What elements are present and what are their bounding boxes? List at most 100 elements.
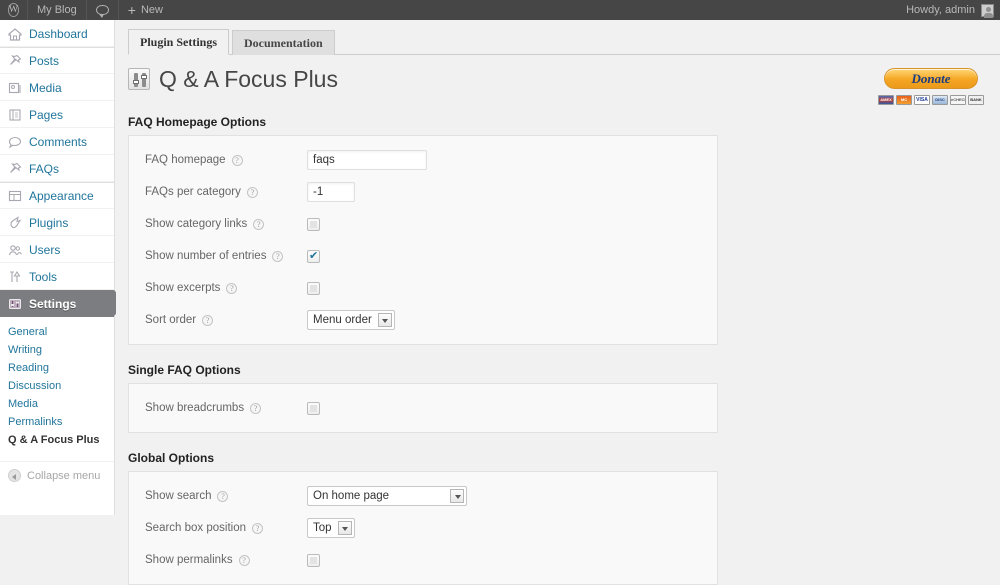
faq-homepage-input[interactable] (307, 150, 427, 170)
dashboard-icon (8, 27, 22, 41)
field-label: Show permalinks ? (145, 554, 307, 566)
sidebar-item-posts[interactable]: Posts (0, 47, 114, 74)
field-row-show-excerpts: Show excerpts ? (129, 272, 717, 304)
sidebar-item-label: FAQs (29, 162, 59, 176)
field-label-text: FAQ homepage (145, 154, 226, 166)
sidebar-item-media[interactable]: Media (0, 74, 114, 101)
field-row-faq-homepage: FAQ homepage ? (129, 144, 717, 176)
sidebar-item-dashboard[interactable]: Dashboard (0, 20, 114, 47)
appearance-icon (8, 189, 22, 203)
field-label: Show number of entries ? (145, 250, 307, 262)
field-label: Show search ? (145, 490, 307, 502)
page-title: Q & A Focus Plus (159, 65, 338, 93)
help-icon[interactable]: ? (226, 283, 237, 294)
new-content-menu[interactable]: + New (119, 0, 172, 20)
field-label-text: FAQs per category (145, 186, 241, 198)
collapse-menu-button[interactable]: Collapse menu (0, 461, 114, 482)
sidebar-item-label: Comments (29, 135, 87, 149)
comments-bubble-button[interactable] (87, 0, 119, 20)
admin-bar-spacer (172, 0, 897, 20)
field-label: Show excerpts ? (145, 282, 307, 294)
user-avatar-icon (981, 4, 994, 17)
help-icon[interactable]: ? (232, 155, 243, 166)
sidebar-item-appearance[interactable]: Appearance (0, 182, 114, 209)
field-label: FAQs per category ? (145, 186, 307, 198)
sidebar-item-plugins[interactable]: Plugins (0, 209, 114, 236)
sidebar-item-label: Media (29, 81, 62, 95)
account-menu[interactable]: Howdy, admin (897, 0, 1000, 20)
chevron-down-icon (378, 313, 392, 327)
section-faq-homepage-options: FAQ Homepage Options FAQ homepage ? FAQs… (116, 115, 1000, 345)
settings-panel: FAQ homepage ? FAQs per category ? S (128, 135, 718, 345)
field-label: Show breadcrumbs ? (145, 402, 307, 414)
media-icon (8, 81, 22, 95)
help-icon[interactable]: ? (250, 403, 261, 414)
users-icon (8, 243, 22, 257)
echeck-card-icon: eCHECK (950, 95, 966, 105)
field-row-show-breadcrumbs: Show breadcrumbs ? (129, 392, 717, 424)
sidebar-item-settings[interactable]: Settings (0, 290, 114, 317)
sidebar-item-label: Plugins (29, 216, 68, 230)
field-control (307, 218, 320, 231)
show-number-of-entries-checkbox[interactable] (307, 250, 320, 263)
sort-order-select[interactable]: Menu order (307, 310, 395, 330)
field-row-search-box-position: Search box position ? Top (129, 512, 717, 544)
field-control: Top (307, 518, 355, 538)
search-box-position-select[interactable]: Top (307, 518, 355, 538)
donate-button[interactable]: Donate (884, 68, 978, 89)
page-icon (8, 108, 22, 122)
field-label-text: Show search (145, 490, 211, 502)
wordpress-logo-button[interactable]: W (0, 0, 28, 20)
sidebar-item-tools[interactable]: Tools (0, 263, 114, 290)
search-box-position-value: Top (313, 522, 332, 534)
sidebar-item-faqs[interactable]: FAQs (0, 155, 114, 182)
field-label-text: Search box position (145, 522, 246, 534)
show-search-select[interactable]: On home page (307, 486, 467, 506)
submenu-item-media[interactable]: Media (0, 395, 114, 413)
submenu-item-qa-focus-plus[interactable]: Q & A Focus Plus (0, 431, 114, 449)
field-label-text: Sort order (145, 314, 196, 326)
amex-card-icon: AMEX (878, 95, 894, 105)
field-label: FAQ homepage ? (145, 154, 307, 166)
site-name-menu[interactable]: My Blog (28, 0, 87, 20)
field-control (307, 282, 320, 295)
sidebar-item-pages[interactable]: Pages (0, 101, 114, 128)
help-icon[interactable]: ? (252, 523, 263, 534)
help-icon[interactable]: ? (239, 555, 250, 566)
help-icon[interactable]: ? (253, 219, 264, 230)
field-label-text: Show excerpts (145, 282, 220, 294)
field-control (307, 182, 355, 202)
help-icon[interactable]: ? (202, 315, 213, 326)
submenu-item-general[interactable]: General (0, 323, 114, 341)
submenu-item-discussion[interactable]: Discussion (0, 377, 114, 395)
field-row-faqs-per-category: FAQs per category ? (129, 176, 717, 208)
sidebar-item-users[interactable]: Users (0, 236, 114, 263)
discover-card-icon: DISC (932, 95, 948, 105)
site-name-label: My Blog (37, 4, 77, 16)
show-permalinks-checkbox[interactable] (307, 554, 320, 567)
submenu-item-writing[interactable]: Writing (0, 341, 114, 359)
show-excerpts-checkbox[interactable] (307, 282, 320, 295)
help-icon[interactable]: ? (272, 251, 283, 262)
sidebar-item-label: Users (29, 243, 60, 257)
help-icon[interactable]: ? (217, 491, 228, 502)
field-label: Search box position ? (145, 522, 307, 534)
faqs-per-category-input[interactable] (307, 182, 355, 202)
field-label: Show category links ? (145, 218, 307, 230)
show-category-links-checkbox[interactable] (307, 218, 320, 231)
sidebar-item-label: Settings (29, 297, 76, 311)
submenu-item-reading[interactable]: Reading (0, 359, 114, 377)
show-breadcrumbs-checkbox[interactable] (307, 402, 320, 415)
field-label-text: Show permalinks (145, 554, 233, 566)
submenu-item-permalinks[interactable]: Permalinks (0, 413, 114, 431)
section-title: Global Options (128, 451, 1000, 465)
tab-plugin-settings[interactable]: Plugin Settings (128, 29, 229, 55)
settings-panel: Show breadcrumbs ? (128, 383, 718, 433)
help-icon[interactable]: ? (247, 187, 258, 198)
collapse-menu-label: Collapse menu (27, 470, 100, 482)
sidebar-item-comments[interactable]: Comments (0, 128, 114, 155)
tab-documentation[interactable]: Documentation (232, 30, 335, 55)
section-global-options: Global Options Show search ? On home pag… (116, 451, 1000, 585)
field-row-show-number-of-entries: Show number of entries ? (129, 240, 717, 272)
pin-icon (8, 54, 22, 68)
